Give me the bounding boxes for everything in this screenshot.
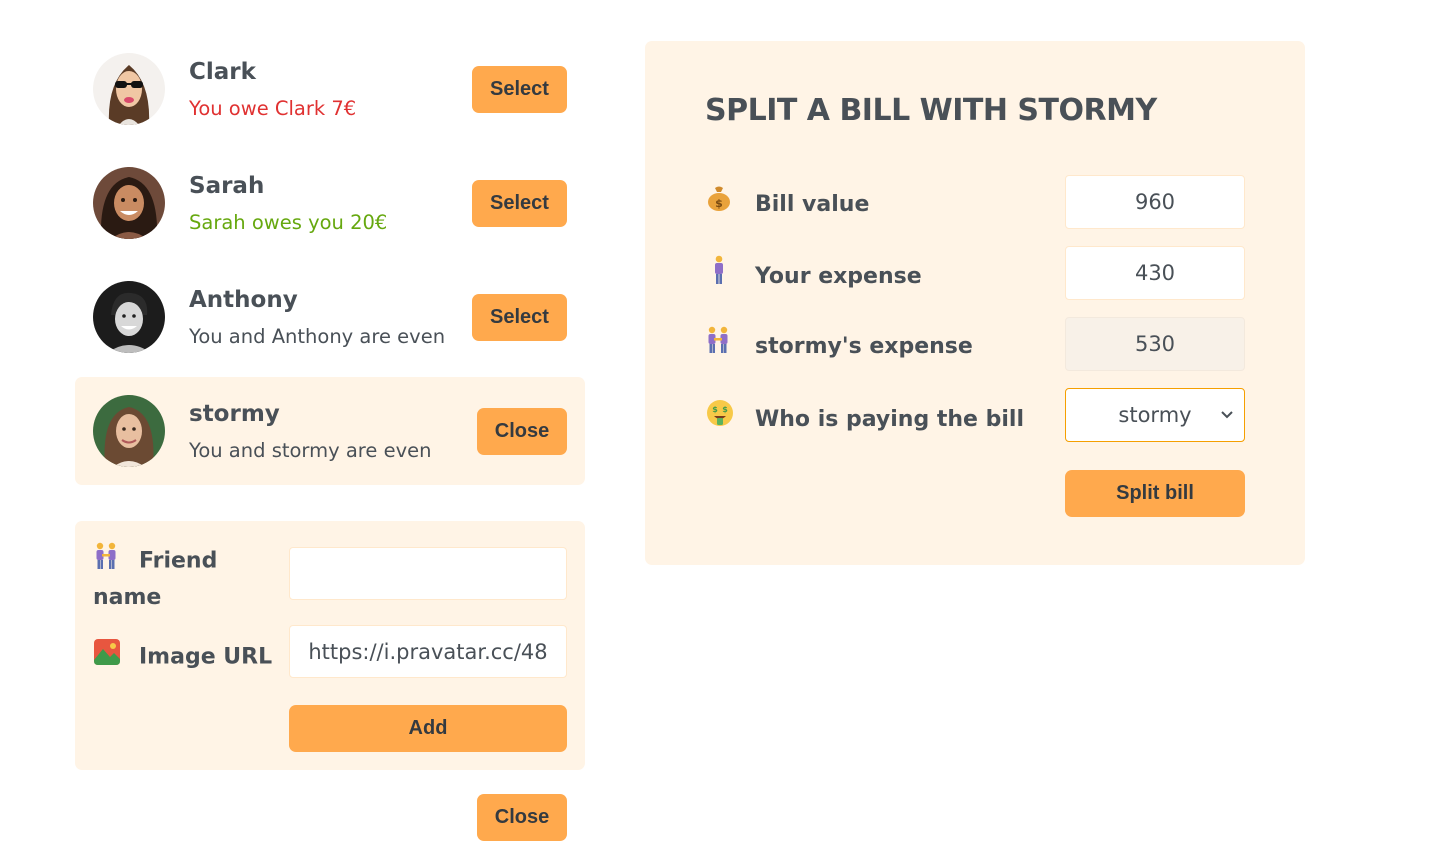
person-standing-icon bbox=[705, 255, 737, 299]
people-holding-hands-icon bbox=[93, 542, 125, 581]
split-bill-button[interactable]: Split bill bbox=[1065, 470, 1245, 517]
select-button[interactable]: Select bbox=[472, 294, 567, 341]
your-expense-label: Your expense bbox=[705, 255, 922, 295]
friend-balance: You owe Clark 7€ bbox=[189, 97, 357, 120]
friend-balance: You and stormy are even bbox=[189, 439, 432, 462]
friend-item-clark: Clark You owe Clark 7€ Select bbox=[75, 35, 585, 143]
friend-balance: Sarah owes you 20€ bbox=[189, 211, 388, 234]
your-expense-input[interactable] bbox=[1065, 246, 1245, 300]
friend-name-input[interactable] bbox=[289, 547, 567, 600]
payer-label: $ $ Who is paying the bill bbox=[705, 398, 1024, 438]
picture-landscape-icon bbox=[93, 638, 125, 677]
payer-label-text: Who is paying the bill bbox=[755, 407, 1024, 432]
svg-text:$: $ bbox=[722, 405, 728, 414]
chevron-down-icon bbox=[1220, 389, 1234, 460]
bill-value-label-text: Bill value bbox=[755, 192, 870, 217]
friend-name: Clark bbox=[189, 59, 256, 85]
money-bag-icon: $ bbox=[705, 184, 737, 226]
payer-select[interactable]: stormy bbox=[1065, 388, 1245, 442]
friend-item-sarah: Sarah Sarah owes you 20€ Select bbox=[75, 149, 585, 257]
close-friend-button[interactable]: Close bbox=[477, 408, 567, 455]
payer-select-value: stormy bbox=[1118, 403, 1192, 427]
bill-value-label: $ Bill value bbox=[705, 184, 869, 224]
avatar bbox=[93, 395, 165, 467]
friend-name: Anthony bbox=[189, 287, 298, 313]
friend-item-anthony: Anthony You and Anthony are even Select bbox=[75, 263, 585, 371]
people-holding-hands-icon bbox=[705, 326, 737, 368]
your-expense-label-text: Your expense bbox=[755, 264, 922, 289]
add-button[interactable]: Add bbox=[289, 705, 567, 752]
avatar bbox=[93, 281, 165, 353]
money-mouth-face-icon: $ $ bbox=[705, 398, 737, 442]
image-url-input[interactable] bbox=[289, 625, 567, 678]
image-url-label-text: Image URL bbox=[139, 644, 273, 670]
select-button[interactable]: Select bbox=[472, 66, 567, 113]
friends-list: Clark You owe Clark 7€ Select Sarah Sara… bbox=[75, 41, 585, 491]
avatar bbox=[93, 53, 165, 125]
split-title: SPLIT A BILL WITH STORMY bbox=[705, 93, 1157, 128]
split-bill-form: SPLIT A BILL WITH STORMY $ Bill value Yo… bbox=[645, 41, 1305, 565]
svg-text:$: $ bbox=[712, 405, 718, 414]
friend-expense-label-text: stormy's expense bbox=[755, 334, 973, 359]
friend-name-label: Friend name bbox=[93, 542, 283, 615]
friend-name: stormy bbox=[189, 401, 280, 427]
image-url-label: Image URL bbox=[93, 638, 283, 677]
close-form-button[interactable]: Close bbox=[477, 794, 567, 841]
avatar bbox=[93, 167, 165, 239]
friend-expense-input bbox=[1065, 317, 1245, 371]
friend-item-stormy: stormy You and stormy are even Close bbox=[75, 377, 585, 485]
add-friend-form: Friend name Image URL Add bbox=[75, 521, 585, 770]
bill-value-input[interactable] bbox=[1065, 175, 1245, 229]
select-button[interactable]: Select bbox=[472, 180, 567, 227]
friend-expense-label: stormy's expense bbox=[705, 326, 973, 366]
friend-name: Sarah bbox=[189, 173, 265, 199]
friend-balance: You and Anthony are even bbox=[189, 325, 446, 348]
svg-text:$: $ bbox=[715, 197, 723, 210]
